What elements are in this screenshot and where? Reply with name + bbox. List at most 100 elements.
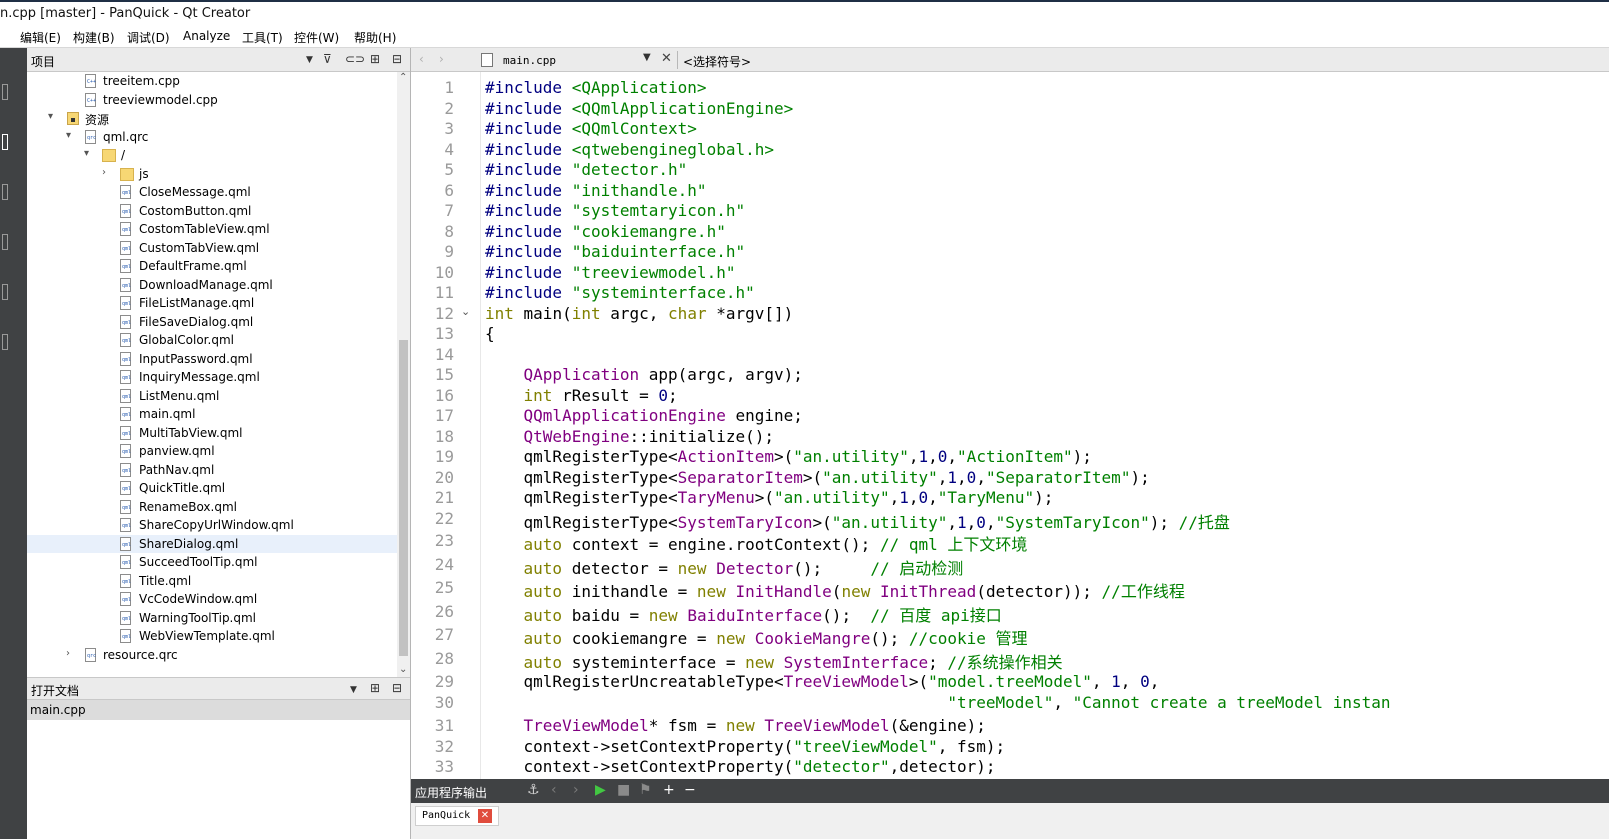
tree-item[interactable]: qml RenameBox.qml: [27, 498, 397, 517]
back-icon[interactable]: ‹: [419, 52, 424, 66]
menu-build[interactable]: 构建(B): [73, 29, 115, 46]
close-tab-icon[interactable]: ✕: [478, 809, 492, 823]
close-icon[interactable]: ✕: [661, 51, 672, 66]
tree-item[interactable]: qml panview.qml: [27, 442, 397, 461]
mode-welcome-button[interactable]: [0, 78, 27, 108]
code-line[interactable]: 25 auto inithandle = new InitHandle(new …: [411, 576, 1609, 601]
chevron-down-icon[interactable]: ▾: [84, 148, 89, 159]
code-line[interactable]: 16 int rResult = 0;: [411, 384, 1609, 405]
code-line[interactable]: 6 #include "inithandle.h": [411, 179, 1609, 200]
open-documents-title[interactable]: 打开文档: [31, 682, 79, 699]
code-line[interactable]: 5 #include "detector.h": [411, 158, 1609, 179]
project-pane-title[interactable]: 项目: [31, 53, 55, 70]
tree-item[interactable]: qml CostomButton.qml: [27, 202, 397, 221]
menu-widgets[interactable]: 控件(W): [294, 29, 339, 46]
tree-item[interactable]: qml PathNav.qml: [27, 461, 397, 480]
code-line[interactable]: 33 context->setContextProperty("detector…: [411, 755, 1609, 776]
tree-item[interactable]: ▾ /: [27, 146, 397, 165]
tree-item[interactable]: qml GlobalColor.qml: [27, 331, 397, 350]
code-line[interactable]: 11 #include "systeminterface.h": [411, 281, 1609, 302]
open-document-item[interactable]: main.cpp: [27, 700, 410, 720]
chevron-right-icon[interactable]: ›: [66, 648, 70, 659]
mode-projects-button[interactable]: [0, 278, 27, 308]
scroll-thumb[interactable]: [399, 340, 408, 656]
current-file-name[interactable]: main.cpp: [503, 54, 556, 67]
chevron-down-icon[interactable]: ▼: [350, 684, 357, 696]
mode-help-button[interactable]: [0, 328, 27, 358]
attach-icon[interactable]: ⚓: [527, 782, 540, 798]
tree-item[interactable]: qml WebViewTemplate.qml: [27, 627, 397, 646]
chevron-down-icon[interactable]: ▾: [66, 130, 71, 141]
scroll-up-icon[interactable]: ⌃: [399, 72, 407, 83]
code-line[interactable]: 30 "treeModel", "Cannot create a treeMod…: [411, 691, 1609, 712]
code-line[interactable]: 7 #include "systemtaryicon.h": [411, 199, 1609, 220]
tree-item[interactable]: qml FileSaveDialog.qml: [27, 313, 397, 332]
code-line[interactable]: 27 auto cookiemangre = new CookieMangre(…: [411, 623, 1609, 648]
mode-edit-button[interactable]: [0, 128, 27, 158]
tree-item[interactable]: qml WarningToolTip.qml: [27, 609, 397, 628]
code-line[interactable]: 28 auto systeminterface = new SystemInte…: [411, 647, 1609, 672]
tree-item[interactable]: qml QuickTitle.qml: [27, 479, 397, 498]
code-line[interactable]: 10 #include "treeviewmodel.h": [411, 261, 1609, 282]
tree-item[interactable]: qml FileListManage.qml: [27, 294, 397, 313]
code-editor[interactable]: 1 #include <QApplication> 2 #include <QQml…: [411, 72, 1609, 779]
tree-item[interactable]: qml ShareCopyUrlWindow.qml: [27, 516, 397, 535]
tree-item[interactable]: C++ treeviewmodel.cpp: [27, 91, 397, 110]
fold-chevron-icon[interactable]: ⌄: [461, 305, 470, 318]
tree-item[interactable]: qml CustomTabView.qml: [27, 239, 397, 258]
code-line[interactable]: 8 #include "cookiemangre.h": [411, 220, 1609, 241]
tree-item[interactable]: qml Title.qml: [27, 572, 397, 591]
chevron-right-icon[interactable]: ›: [102, 167, 106, 178]
code-line[interactable]: 3 #include <QQmlContext>: [411, 117, 1609, 138]
menu-debug[interactable]: 调试(D): [127, 29, 170, 46]
previous-icon[interactable]: ‹: [551, 782, 557, 798]
tree-item[interactable]: qml InputPassword.qml: [27, 350, 397, 369]
zoom-out-icon[interactable]: −: [684, 782, 696, 798]
tree-item[interactable]: ▾ 资源: [27, 109, 397, 128]
split-icon[interactable]: ⊞: [370, 682, 380, 694]
tree-item[interactable]: qml CostomTableView.qml: [27, 220, 397, 239]
run-icon[interactable]: ▶: [595, 782, 606, 798]
tree-item[interactable]: qml DefaultFrame.qml: [27, 257, 397, 276]
tree-item[interactable]: qml InquiryMessage.qml: [27, 368, 397, 387]
forward-icon[interactable]: ›: [439, 52, 444, 66]
filter-icon[interactable]: ⊽: [323, 53, 332, 65]
code-line[interactable]: 32 context->setContextProperty("treeView…: [411, 735, 1609, 756]
tree-item[interactable]: C++ treeitem.cpp: [27, 72, 397, 91]
code-line[interactable]: 12 ⌄ int main(int argc, char *argv[]): [411, 302, 1609, 323]
code-line[interactable]: 24 auto detector = new Detector(); // 启动…: [411, 553, 1609, 578]
zoom-in-icon[interactable]: +: [663, 782, 675, 798]
code-line[interactable]: 2 #include <QQmlApplicationEngine>: [411, 97, 1609, 118]
code-line[interactable]: 19 qmlRegisterType<ActionItem>("an.utili…: [411, 445, 1609, 466]
tree-item[interactable]: qml CloseMessage.qml: [27, 183, 397, 202]
code-line[interactable]: 20 qmlRegisterType<SeparatorItem>("an.ut…: [411, 466, 1609, 487]
code-line[interactable]: 15 QApplication app(argc, argv);: [411, 363, 1609, 384]
close-pane-icon[interactable]: ⊟: [392, 53, 402, 65]
menu-help[interactable]: 帮助(H): [354, 29, 396, 46]
code-line[interactable]: 21 qmlRegisterType<TaryMenu>("an.utility…: [411, 486, 1609, 507]
tree-item[interactable]: qml MultiTabView.qml: [27, 424, 397, 443]
output-tab[interactable]: PanQuick ✕: [415, 806, 499, 826]
tree-item[interactable]: qml VcCodeWindow.qml: [27, 590, 397, 609]
tree-item[interactable]: qml ListMenu.qml: [27, 387, 397, 406]
split-icon[interactable]: ⊞: [370, 53, 380, 65]
tree-item[interactable]: › qrc resource.qrc: [27, 646, 397, 665]
tree-item[interactable]: ▾ qrc qml.qrc: [27, 128, 397, 147]
tree-item[interactable]: qml DownloadManage.qml: [27, 276, 397, 295]
chevron-down-icon[interactable]: ▼: [306, 54, 313, 66]
tree-item-selected[interactable]: qml ShareDialog.qml: [27, 534, 397, 553]
tree-item[interactable]: qml main.qml: [27, 405, 397, 424]
code-line[interactable]: 31 TreeViewModel* fsm = new TreeViewMode…: [411, 714, 1609, 735]
tree-item[interactable]: › js: [27, 165, 397, 184]
tree-item[interactable]: qml SucceedToolTip.qml: [27, 553, 397, 572]
mode-design-button[interactable]: [0, 178, 27, 208]
symbol-selector[interactable]: <选择符号>: [683, 53, 751, 70]
code-line[interactable]: 17 QQmlApplicationEngine engine;: [411, 404, 1609, 425]
link-icon[interactable]: ⊂⊃: [345, 53, 365, 65]
menu-edit[interactable]: 编辑(E): [20, 29, 61, 46]
code-line[interactable]: 9 #include "baiduinterface.h": [411, 240, 1609, 261]
mode-debug-button[interactable]: [0, 228, 27, 258]
stop-icon[interactable]: ■: [617, 782, 630, 798]
menu-analyze[interactable]: Analyze: [183, 29, 230, 43]
code-line[interactable]: 26 auto baidu = new BaiduInterface(); //…: [411, 600, 1609, 625]
